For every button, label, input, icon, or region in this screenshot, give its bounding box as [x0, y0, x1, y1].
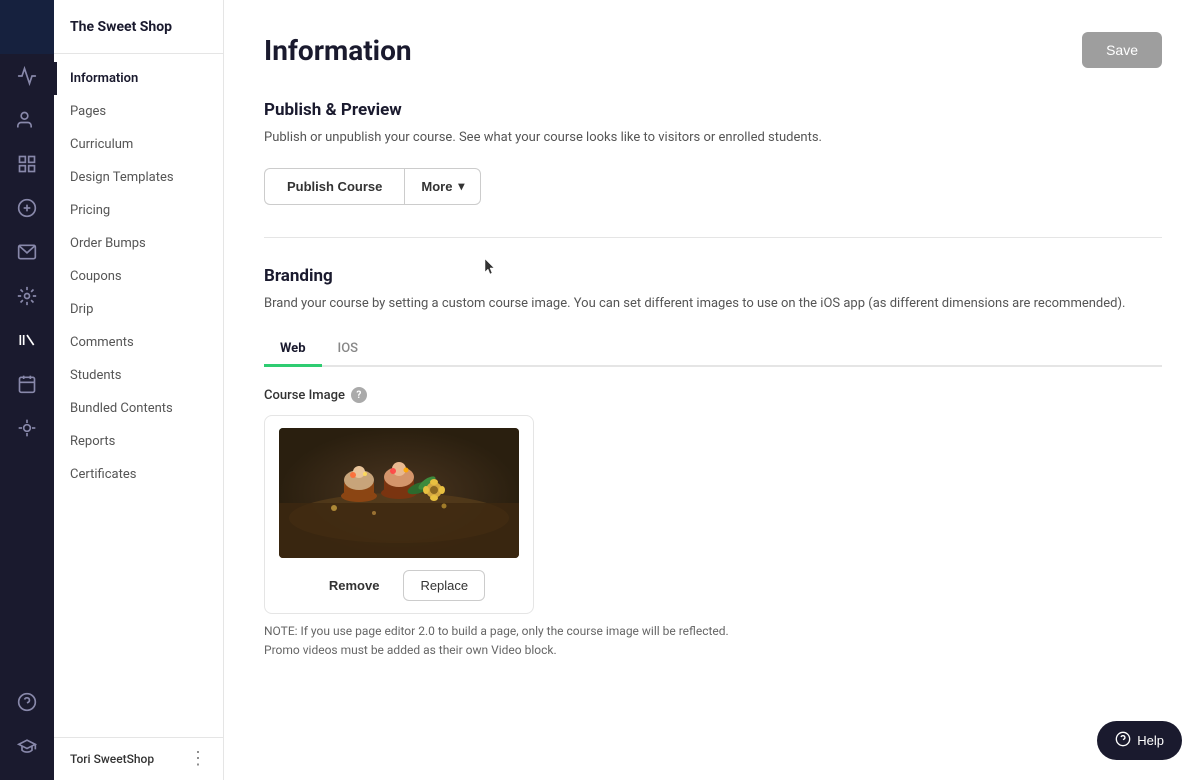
help-label: Help [1137, 733, 1164, 748]
help-circle-icon[interactable] [0, 680, 54, 724]
sidebar-item-design-templates[interactable]: Design Templates [54, 161, 223, 194]
image-upload-box: Remove Replace [264, 415, 534, 614]
main-header: Information Save [264, 32, 1162, 68]
graduation-icon[interactable] [0, 724, 54, 768]
course-image-inner [279, 428, 519, 558]
library-icon[interactable] [0, 318, 54, 362]
settings-icon[interactable] [0, 274, 54, 318]
course-image-label: Course Image ? [264, 387, 1162, 403]
mail-icon[interactable] [0, 230, 54, 274]
remove-image-button[interactable]: Remove [313, 570, 396, 601]
course-image-preview [279, 428, 519, 558]
course-image-help-icon[interactable]: ? [351, 387, 367, 403]
sidebar-nav: Information Pages Curriculum Design Temp… [54, 54, 223, 737]
more-label: More [421, 179, 452, 194]
branding-title: Branding [264, 266, 1162, 286]
sidebar-item-comments[interactable]: Comments [54, 326, 223, 359]
main-content: Information Save Publish & Preview Publi… [224, 0, 1202, 780]
publish-preview-desc: Publish or unpublish your course. See wh… [264, 128, 1162, 148]
sidebar-item-certificates[interactable]: Certificates [54, 458, 223, 491]
icon-rail-bottom [0, 680, 54, 780]
sidebar-item-pages[interactable]: Pages [54, 95, 223, 128]
replace-image-button[interactable]: Replace [403, 570, 485, 601]
apps-icon[interactable] [0, 406, 54, 450]
branding-desc: Brand your course by setting a custom co… [264, 294, 1162, 314]
sidebar-item-bundled-contents[interactable]: Bundled Contents [54, 392, 223, 425]
chevron-down-icon: ▾ [458, 179, 464, 193]
publish-course-button[interactable]: Publish Course [264, 168, 404, 205]
more-options-icon[interactable]: ⋮ [189, 750, 207, 768]
analytics-icon[interactable] [0, 54, 54, 98]
money-icon[interactable] [0, 186, 54, 230]
brand-icon-area [0, 0, 54, 54]
sidebar-footer: Tori SweetShop ⋮ [54, 737, 223, 780]
help-icon [1115, 731, 1131, 750]
save-button[interactable]: Save [1082, 32, 1162, 68]
calendar-icon[interactable] [0, 362, 54, 406]
dashboard-icon[interactable] [0, 142, 54, 186]
tab-ios[interactable]: IOS [322, 333, 375, 367]
icon-rail [0, 0, 54, 780]
sidebar-item-information[interactable]: Information [54, 62, 223, 95]
users-icon[interactable] [0, 98, 54, 142]
course-image-svg [279, 428, 519, 558]
sidebar-brand: The Sweet Shop [54, 0, 223, 54]
branding-note: NOTE: If you use page editor 2.0 to buil… [264, 622, 1162, 660]
branding-section: Branding Brand your course by setting a … [264, 266, 1162, 661]
sidebar-item-drip[interactable]: Drip [54, 293, 223, 326]
publish-actions: Publish Course More ▾ [264, 168, 1162, 205]
publish-preview-section: Publish & Preview Publish or unpublish y… [264, 100, 1162, 205]
tab-web[interactable]: Web [264, 333, 322, 367]
page-title: Information [264, 34, 412, 67]
more-button[interactable]: More ▾ [404, 168, 481, 205]
sidebar-item-students[interactable]: Students [54, 359, 223, 392]
sidebar: The Sweet Shop Information Pages Curricu… [54, 0, 224, 780]
help-button[interactable]: Help [1097, 721, 1182, 760]
sidebar-item-pricing[interactable]: Pricing [54, 194, 223, 227]
sidebar-item-coupons[interactable]: Coupons [54, 260, 223, 293]
user-name: Tori SweetShop [70, 752, 154, 766]
branding-tabs: Web IOS [264, 333, 1162, 367]
sidebar-item-curriculum[interactable]: Curriculum [54, 128, 223, 161]
section-divider [264, 237, 1162, 238]
image-actions: Remove Replace [313, 570, 485, 601]
sidebar-item-reports[interactable]: Reports [54, 425, 223, 458]
sidebar-item-order-bumps[interactable]: Order Bumps [54, 227, 223, 260]
publish-preview-title: Publish & Preview [264, 100, 1162, 120]
